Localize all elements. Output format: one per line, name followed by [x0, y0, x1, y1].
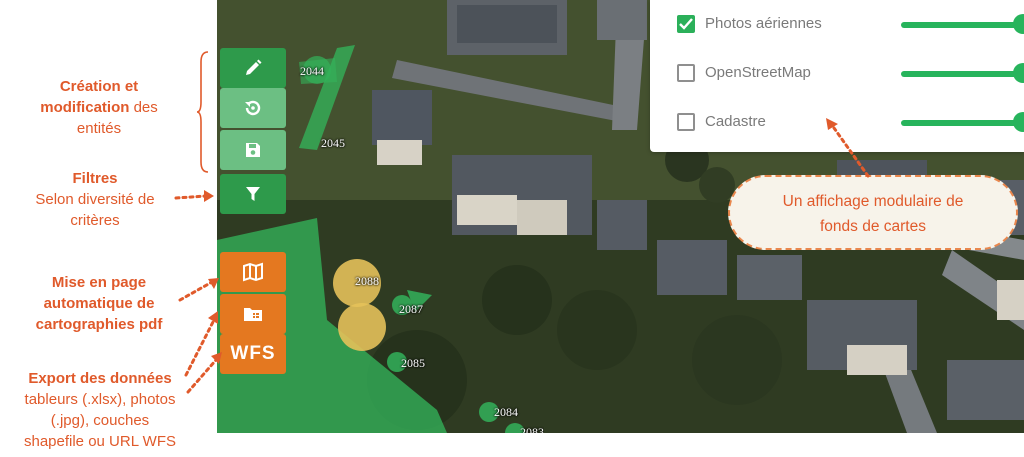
layer-name: Photos aériennes [705, 15, 822, 32]
layer-row-photos[interactable]: Photos aériennes [677, 13, 1024, 37]
folder-table-icon [244, 308, 262, 321]
annotation-creation: Création et modification des entités [14, 76, 184, 139]
layer-checkbox[interactable] [677, 15, 695, 33]
wfs-button[interactable]: WFS [220, 334, 286, 374]
print-map-button[interactable] [220, 252, 286, 292]
annotation-mise-en-page: Mise en page automatique de cartographie… [14, 272, 184, 335]
parcel-label: 2045 [321, 136, 345, 150]
map-icon [243, 262, 263, 282]
check-icon [679, 18, 693, 30]
annotation-export-line2: tableurs (.xlsx), photos [24, 391, 176, 408]
brace-bracket [196, 51, 209, 173]
opacity-slider-knob[interactable] [1013, 14, 1024, 34]
annotation-filtres: Filtres Selon diversité de critères [10, 168, 180, 231]
layer-name: Cadastre [705, 113, 766, 130]
history-icon [245, 100, 261, 116]
parcel-label: 2044 [300, 64, 324, 78]
layer-checkbox[interactable] [677, 113, 695, 131]
arrow-head [204, 190, 214, 202]
opacity-slider-knob[interactable] [1013, 112, 1024, 132]
layer-checkbox[interactable] [677, 64, 695, 82]
opacity-slider-track[interactable] [901, 22, 1021, 28]
opacity-slider-knob[interactable] [1013, 63, 1024, 83]
annotation-filtres-line2: Selon diversité de [35, 191, 155, 208]
annotation-creation-line3: entités [76, 120, 122, 137]
annotation-export-line4: shapefile ou URL WFS [23, 433, 176, 450]
annotation-export: Export des données tableurs (.xlsx), pho… [0, 368, 200, 452]
callout-line2: fonds de cartes [820, 218, 926, 235]
annotation-filtres-line3: critères [70, 212, 120, 229]
annotation-mep-line2: automatique de [43, 295, 155, 312]
parcel-label: 2085 [401, 356, 425, 370]
layer-name: OpenStreetMap [705, 64, 811, 81]
annotation-filtres-title: Filtres [72, 170, 118, 187]
filter-button[interactable] [220, 174, 286, 214]
parcel-label: 2084 [494, 405, 518, 419]
callout-line1: Un affichage modulaire de [782, 193, 964, 210]
history-button[interactable] [220, 88, 286, 128]
parcel-label: 2088 [355, 274, 379, 288]
export-table-button[interactable] [220, 294, 286, 334]
annotation-creation-title: Création et [59, 78, 139, 95]
annotation-export-title: Export des données [28, 370, 172, 387]
wfs-button-label: WFS [230, 343, 276, 364]
layer-row-osm[interactable]: OpenStreetMap [677, 62, 1024, 86]
layer-row-cadastre[interactable]: Cadastre [677, 111, 1024, 135]
annotation-creation-rest: des [129, 99, 158, 116]
annotation-mep-line1: Mise en page [51, 274, 147, 291]
save-button[interactable] [220, 130, 286, 170]
basemap-callout: Un affichage modulaire de fonds de carte… [728, 175, 1018, 250]
pencil-icon [246, 59, 262, 75]
edit-button[interactable] [220, 48, 286, 88]
parcel-label: 2083 [520, 425, 544, 433]
parcel-label: 2087 [399, 302, 423, 316]
basemap-layer-panel: Photos aériennes OpenStreetMap Cadastre [650, 0, 1024, 152]
opacity-slider-track[interactable] [901, 120, 1021, 126]
annotation-creation-bold: modification [40, 99, 130, 116]
floppy-icon [246, 143, 260, 157]
funnel-icon [246, 187, 260, 201]
annotation-mep-line3: cartographies pdf [35, 316, 163, 333]
opacity-slider-track[interactable] [901, 71, 1021, 77]
annotation-export-line3: (.jpg), couches [50, 412, 150, 429]
